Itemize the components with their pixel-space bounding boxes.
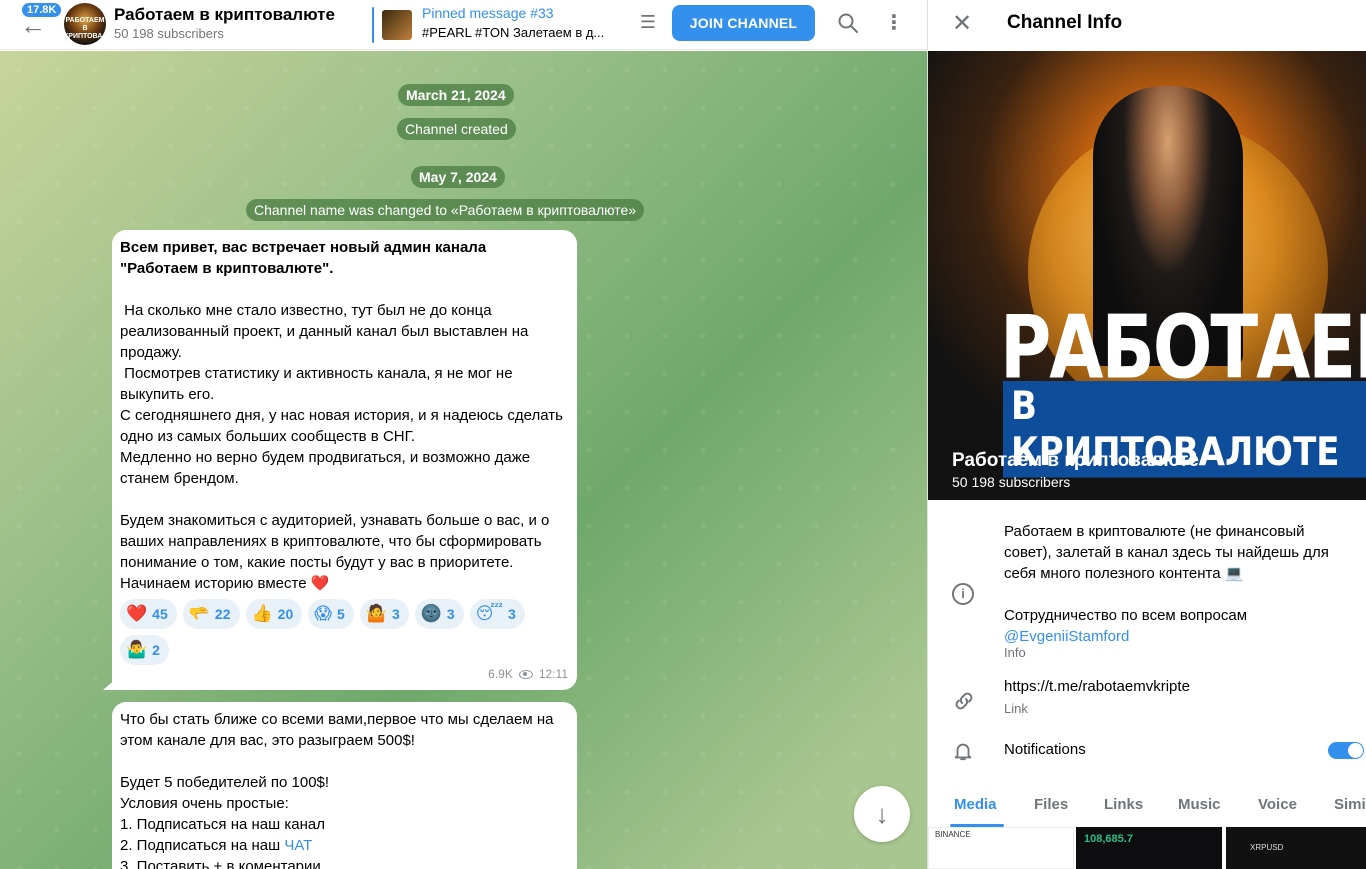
reaction-emoji: 🫳: [188, 604, 210, 623]
thumb-pair: XRPUSD: [1250, 843, 1284, 852]
unread-badge: 17.8K: [20, 1, 64, 19]
reaction-shrug-man[interactable]: 🤷‍♂️ 2: [120, 635, 169, 665]
reaction-count: 3: [391, 605, 400, 622]
reaction-count: 3: [508, 605, 516, 622]
media-thumbnail[interactable]: XRPUSD: [1226, 827, 1366, 869]
link-label: Link: [1004, 701, 1028, 716]
description-link[interactable]: @EvgeniiStamford: [1004, 628, 1129, 645]
tab-links[interactable]: Links: [1104, 796, 1143, 813]
channel-link[interactable]: https://t.me/rabotaemvkripte: [1004, 678, 1190, 695]
pinned-thumbnail[interactable]: [382, 10, 412, 40]
thumb-price: 108,685.7: [1084, 833, 1133, 845]
bell-icon: [954, 743, 972, 761]
reaction-emoji: 🤷‍♂️: [126, 640, 148, 659]
reactions-bar: ❤️ 45 🫳 22 👍 20 😱 5 🤷 3 🌚 3 😴 3 🤷‍♂️ 2: [120, 599, 540, 665]
notifications-label: Notifications: [1004, 741, 1086, 758]
date-separator: March 21, 2024: [398, 84, 514, 106]
subscriber-count: 50 198 subscribers: [114, 26, 224, 41]
reaction-emoji: 😱: [314, 604, 332, 623]
reaction-emoji: 🌚: [420, 604, 442, 623]
cover-subscriber-count: 50 198 subscribers: [952, 474, 1071, 490]
panel-title: Channel Info: [1007, 12, 1123, 33]
message-text: Будет 5 победителей по 100$!: [120, 774, 330, 791]
reaction-emoji: 🤷: [365, 604, 387, 623]
join-channel-button[interactable]: JOIN CHANNEL: [672, 5, 815, 41]
tab-similar[interactable]: Simi: [1334, 796, 1366, 813]
pinned-indicator: [372, 7, 374, 43]
message-bubble[interactable]: Всем привет, вас встречает новый админ к…: [112, 230, 577, 690]
reaction-emoji: 👍: [251, 604, 273, 623]
reaction-thumbs-up[interactable]: 👍 20: [245, 599, 303, 629]
media-tabs: Media Files Links Music Voice Simi: [928, 786, 1366, 826]
reaction-emoji: ❤️: [126, 604, 148, 623]
tab-music[interactable]: Music: [1178, 796, 1221, 813]
channel-description[interactable]: Работаем в криптовалюте (не финансовый с…: [1004, 521, 1354, 647]
media-thumbnail[interactable]: BINANCE: [928, 827, 1074, 869]
view-count: 6.9K: [488, 667, 513, 681]
reaction-count: 45: [152, 605, 168, 622]
avatar-text: РАБОТАЕМ В КРИПТОВАЛЮТЕ: [64, 17, 106, 40]
channel-title[interactable]: Работаем в криптовалюте: [114, 5, 335, 25]
chat-header: ← 17.8K РАБОТАЕМ В КРИПТОВАЛЮТЕ Работаем…: [0, 0, 927, 50]
reaction-hand[interactable]: 🫳 22: [182, 599, 240, 629]
message-text: Что бы стать ближе со всеми вами,первое …: [120, 711, 554, 749]
tab-media[interactable]: Media: [954, 796, 997, 813]
reaction-sleeping[interactable]: 😴 3: [469, 599, 525, 629]
reaction-count: 5: [336, 605, 345, 622]
notifications-toggle[interactable]: [1328, 742, 1364, 759]
reaction-scream[interactable]: 😱 5: [308, 599, 354, 629]
reaction-count: 20: [277, 605, 294, 622]
channel-info-panel: ✕ Channel Info РАБОТАЕМ В КРИПТОВАЛЮТЕ Р…: [927, 0, 1366, 869]
reaction-count: 3: [446, 605, 455, 622]
channel-avatar[interactable]: РАБОТАЕМ В КРИПТОВАЛЮТЕ: [64, 3, 106, 45]
reaction-count: 2: [152, 641, 160, 658]
eye-icon: [518, 670, 533, 679]
channel-cover-image[interactable]: РАБОТАЕМ В КРИПТОВАЛЮТЕ Работаем в крипт…: [928, 51, 1366, 500]
message-bubble[interactable]: Что бы стать ближе со всеми вами,первое …: [112, 702, 577, 869]
reaction-heart[interactable]: ❤️ 45: [120, 599, 177, 629]
panel-header: ✕ Channel Info: [928, 0, 1366, 50]
message-time: 12:11: [538, 667, 568, 681]
more-menu-icon[interactable]: ⋮: [882, 11, 906, 35]
close-icon[interactable]: ✕: [952, 10, 972, 38]
message-text: Условия очень простые:: [120, 795, 289, 812]
message-meta: 6.9K 12:11: [488, 664, 568, 685]
message-text: 3. Поставить + в коментарии: [120, 858, 321, 869]
tab-voice[interactable]: Voice: [1258, 796, 1297, 813]
message-text: 1. Подписаться на наш канал: [120, 816, 325, 833]
reaction-emoji: 😴: [475, 604, 503, 623]
cover-channel-name: Работаем в криптовалюте: [952, 450, 1199, 471]
reaction-shrug-woman[interactable]: 🤷 3: [359, 599, 409, 629]
chat-area[interactable]: March 21, 2024 Channel created May 7, 20…: [0, 51, 927, 869]
reaction-count: 22: [214, 605, 231, 622]
message-text: На сколько мне стало известно, тут был н…: [120, 302, 563, 592]
thumb-caption: BINANCE: [935, 830, 971, 839]
tab-files[interactable]: Files: [1034, 796, 1068, 813]
message-bold-text: Всем привет, вас встречает новый админ к…: [120, 239, 491, 277]
pinned-list-icon[interactable]: ☰: [636, 12, 660, 36]
description-text: Работаем в криптовалюте (не финансовый с…: [1004, 523, 1329, 624]
media-grid: BINANCE 108,685.7 XRPUSD: [928, 827, 1366, 869]
date-separator: May 7, 2024: [411, 166, 505, 188]
service-message: Channel name was changed to «Работаем в …: [246, 199, 645, 221]
search-icon[interactable]: [836, 11, 860, 35]
message-text: 2. Подписаться на наш: [120, 837, 285, 854]
info-label: Info: [1004, 645, 1026, 660]
pinned-title[interactable]: Pinned message #33: [422, 5, 554, 21]
chat-link[interactable]: ЧАТ: [284, 837, 312, 854]
service-message: Channel created: [397, 118, 516, 140]
scroll-down-button[interactable]: ↓: [854, 786, 910, 842]
message-text-line: 2. Подписаться на наш ЧАТ: [120, 835, 568, 856]
link-icon: [955, 692, 973, 710]
reaction-new-moon[interactable]: 🌚 3: [414, 599, 464, 629]
pinned-text[interactable]: #PEARL #TON Залетаем в д...: [422, 25, 617, 40]
media-thumbnail[interactable]: 108,685.7: [1076, 827, 1222, 869]
info-icon: i: [952, 583, 974, 605]
